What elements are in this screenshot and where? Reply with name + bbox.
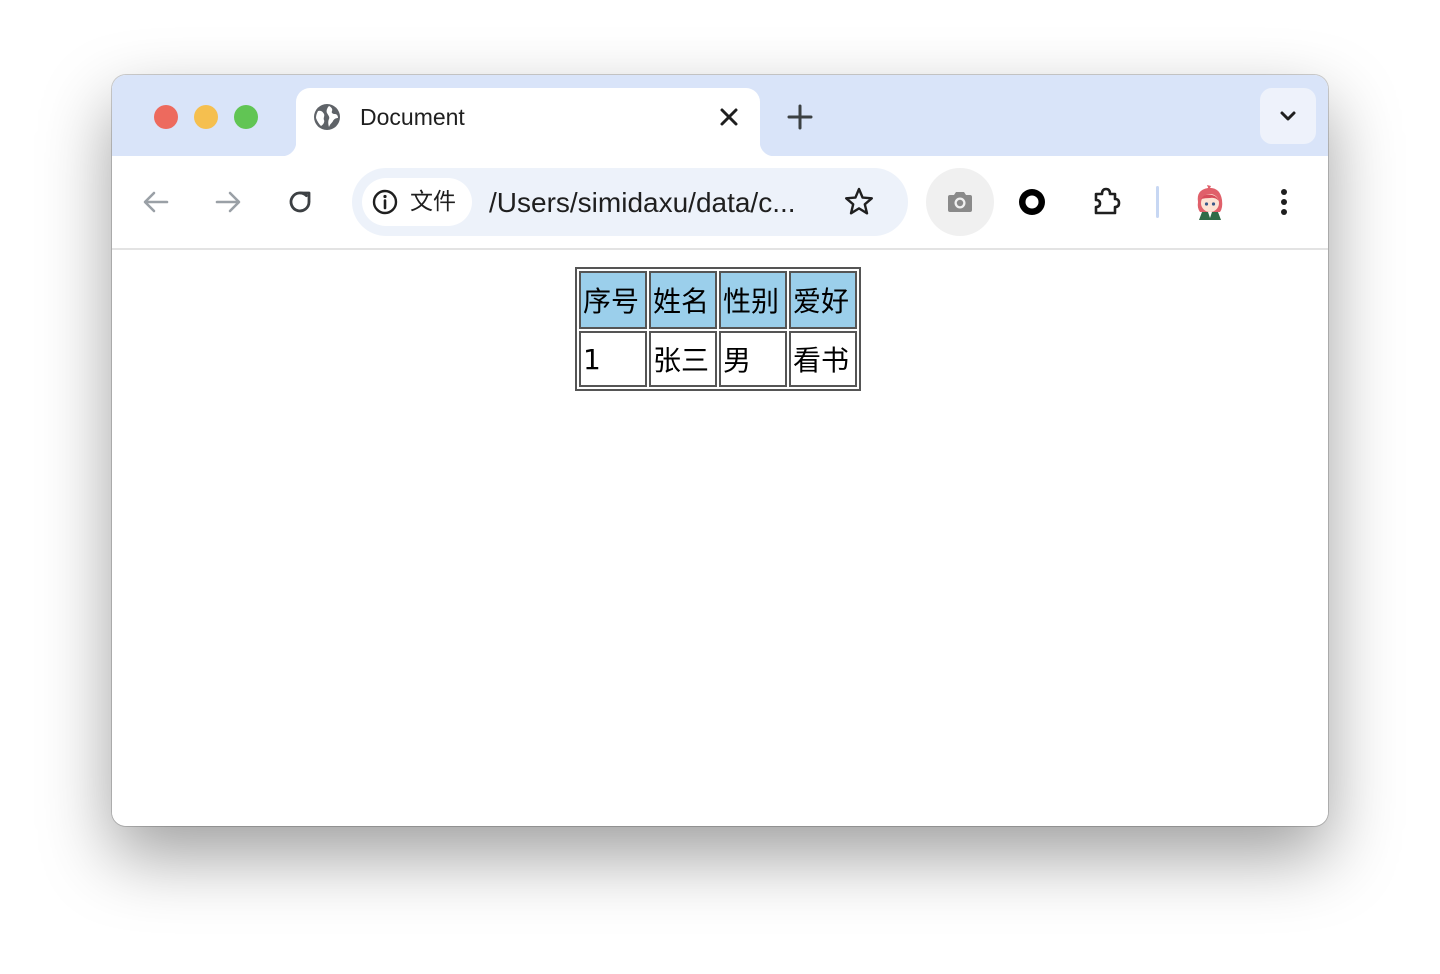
forward-button[interactable]: [210, 184, 246, 220]
table-header-cell: 性别: [719, 271, 787, 329]
arrow-left-icon: [143, 191, 169, 213]
data-table: 序号 姓名 性别 爱好 1 张三 男 看书: [575, 267, 861, 391]
tab-strip: Document: [112, 75, 1328, 156]
table-header-cell: 序号: [579, 271, 647, 329]
table-cell: 1: [579, 331, 647, 387]
info-icon: [372, 189, 398, 215]
address-bar[interactable]: 文件 /Users/simidaxu/data/c...: [352, 168, 908, 236]
back-button[interactable]: [138, 184, 174, 220]
screenshot-button[interactable]: [926, 168, 994, 236]
table-header-cell: 姓名: [649, 271, 717, 329]
reload-icon: [289, 191, 311, 213]
tab-title: Document: [360, 104, 465, 130]
table-header-cell: 爱好: [789, 271, 857, 329]
star-icon[interactable]: [842, 185, 876, 219]
record-icon[interactable]: [1014, 184, 1050, 220]
window-close-button[interactable]: [154, 105, 178, 129]
tab-search-button[interactable]: [1260, 88, 1316, 144]
table-cell: 看书: [789, 331, 857, 387]
table-header-row: 序号 姓名 性别 爱好: [579, 271, 857, 329]
chevron-down-icon: [1280, 111, 1296, 121]
avatar[interactable]: [1190, 182, 1230, 222]
table-cell: 男: [719, 331, 787, 387]
url-text[interactable]: /Users/simidaxu/data/c...: [489, 186, 819, 220]
globe-icon: [312, 102, 342, 132]
tab-document[interactable]: Document: [282, 88, 774, 156]
browser-window: Document 文件 /Users/simidaxu/data/c... 序号…: [112, 75, 1328, 826]
arrow-right-icon: [215, 191, 241, 213]
site-info-chip[interactable]: 文件: [362, 178, 472, 226]
close-icon[interactable]: [716, 104, 742, 130]
window-minimize-button[interactable]: [194, 105, 218, 129]
window-maximize-button[interactable]: [234, 105, 258, 129]
toolbar: 文件 /Users/simidaxu/data/c...: [112, 156, 1328, 250]
more-vert-icon[interactable]: [1266, 184, 1302, 220]
camera-icon: [948, 192, 972, 212]
reload-button[interactable]: [282, 184, 318, 220]
puzzle-icon[interactable]: [1088, 184, 1124, 220]
chip-label: 文件: [410, 189, 456, 215]
toolbar-divider: [1156, 186, 1159, 218]
page-content: 序号 姓名 性别 爱好 1 张三 男 看书: [112, 250, 1328, 826]
plus-icon[interactable]: [784, 101, 816, 133]
table-cell: 张三: [649, 331, 717, 387]
table-row: 1 张三 男 看书: [579, 331, 857, 387]
